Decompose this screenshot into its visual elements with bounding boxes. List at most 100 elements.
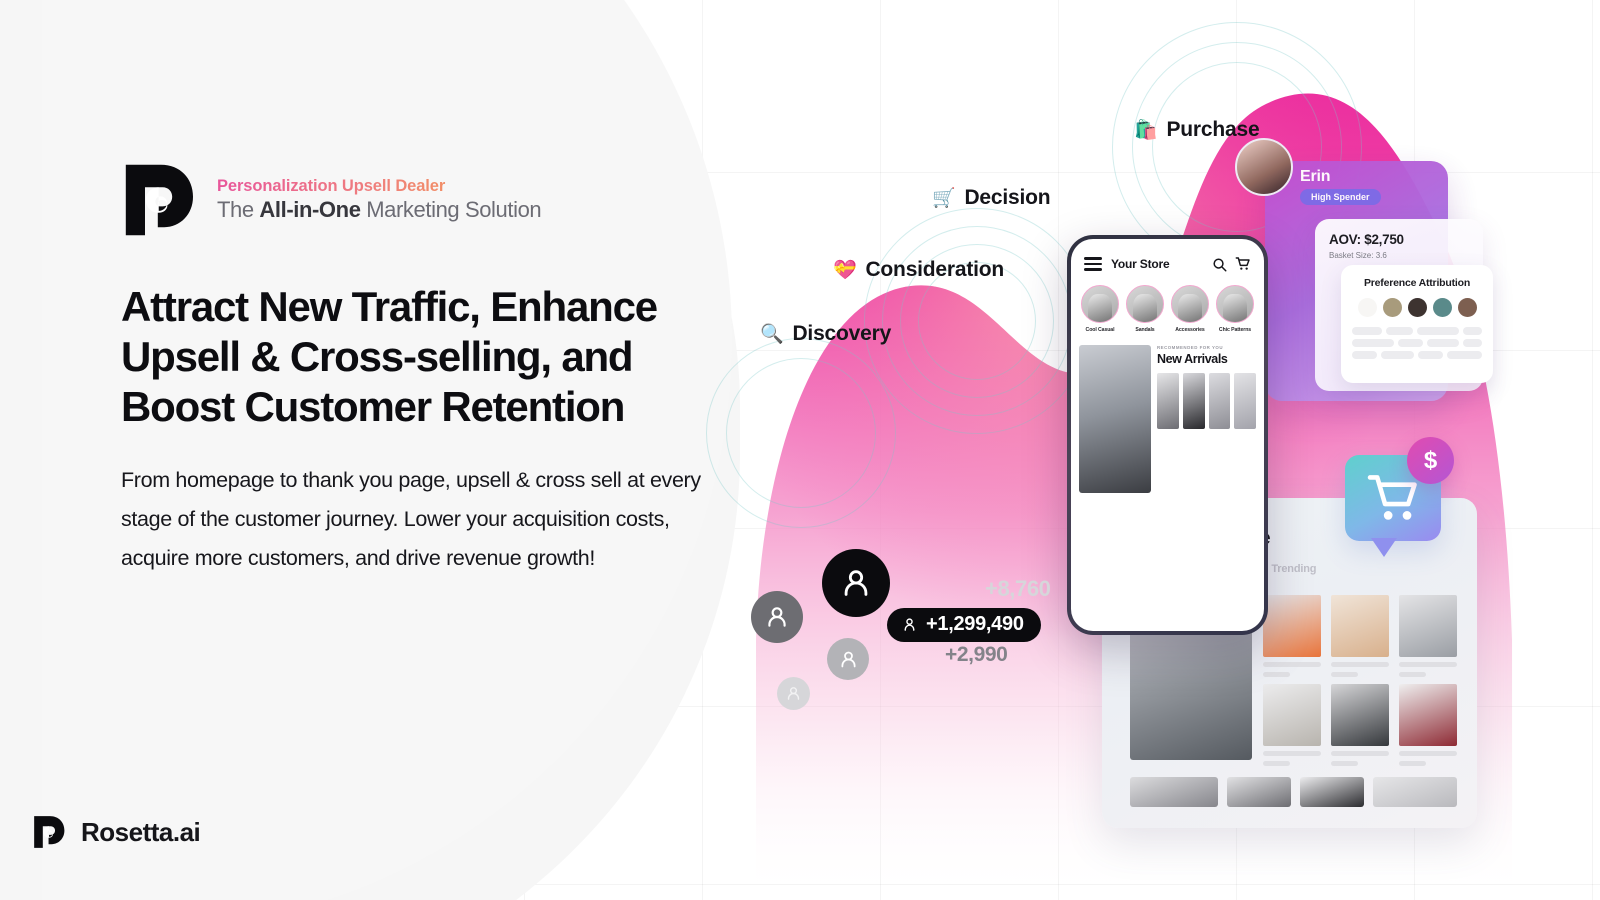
category-list: Cool Casual Sandals Accessories Chic Pat… [1071,276,1264,333]
placeholder-line [1399,662,1457,667]
product-card[interactable] [1399,684,1457,766]
journey-stage-purchase: 🛍️ Purchase [1134,118,1260,142]
placeholder-line [1399,751,1457,756]
product-card[interactable] [1331,684,1389,766]
page-title: Attract New Traffic, Enhance Upsell & Cr… [121,283,658,431]
user-avatar-icon [777,677,810,710]
user-avatar-icon [751,591,803,643]
status-badge: High Spender [1300,189,1381,205]
counter-secondary-low: +2,990 [945,643,1008,666]
product-image [1263,595,1321,657]
counter-primary-pill: +1,299,490 [887,608,1041,642]
brand-tagline-bottom: The All-in-One Marketing Solution [217,197,542,223]
journey-stage-label: Decision [964,186,1051,209]
product-image [1399,684,1457,746]
category-label: Accessories [1175,327,1205,333]
footer-brand-name: Rosetta.ai [81,816,201,847]
customer-name: Erin [1300,168,1331,185]
product-thumbnail-grid [1157,373,1256,429]
placeholder-line [1331,672,1358,677]
placeholder-line [1263,672,1290,677]
tagline-strong: All-in-One [259,197,361,222]
product-thumbnail[interactable] [1130,777,1218,807]
rosetta-spiral-logo [125,164,193,236]
product-image [1331,684,1389,746]
magnifier-icon: 🔍 [760,323,784,345]
product-strip [1130,777,1457,807]
product-thumbnail[interactable] [1208,373,1231,429]
placeholder-line [1399,672,1426,677]
rosetta-spiral-logo [34,816,65,848]
journey-stage-label: Discovery [792,322,892,345]
placeholder-line [1331,751,1389,756]
brand-tagline-top: Personalization Upsell Dealer [217,177,541,196]
search-icon[interactable] [1212,257,1227,272]
person-icon [904,618,915,631]
brand-lockup: Personalization Upsell Dealer The All-in… [121,160,721,240]
product-thumbnail[interactable] [1373,777,1457,807]
category-item[interactable]: Accessories [1171,285,1209,333]
color-swatch-row [1352,298,1482,317]
placeholder-line [1331,662,1389,667]
placeholder-line [1399,761,1426,766]
product-thumbnail[interactable] [1182,373,1205,429]
hamburger-menu-icon[interactable] [1084,257,1102,271]
product-thumbnail[interactable] [1234,373,1256,429]
product-image [1331,595,1389,657]
shopping-cart-icon: 🛒 [932,187,956,209]
basket-size-value: Basket Size: 3.6 [1329,251,1387,260]
store-content: RECOMMENDED FOR YOU New Arrivals [1071,333,1264,493]
tagline-suffix: Marketing Solution [360,197,542,222]
product-thumbnail[interactable] [1300,777,1364,807]
product-card[interactable] [1263,595,1321,677]
journey-stage-consideration: 💝 Consideration [833,258,1004,282]
category-item[interactable]: Sandals [1126,285,1164,333]
category-item[interactable]: Cool Casual [1081,285,1119,333]
cart-icon[interactable] [1235,256,1251,272]
tagline-prefix: The [217,197,260,222]
shopping-bags-icon: 🛍️ [1134,119,1158,141]
product-card[interactable] [1263,684,1321,766]
preference-attribution-card: Preference Attribution [1341,265,1493,383]
hero-body-text: From homepage to thank you page, upsell … [121,467,701,570]
product-card[interactable] [1399,595,1457,677]
category-label: Sandals [1135,327,1155,333]
counter-value: +1,299,490 [926,613,1024,635]
category-thumbnail [1171,285,1209,323]
color-swatch [1382,298,1402,317]
tab-trending[interactable]: Trending [1271,563,1316,584]
category-label: Chic Patterns [1218,327,1252,333]
product-card[interactable] [1331,595,1389,677]
phone-mockup: Your Store Cool Casual Sandals Accessori… [1067,235,1268,635]
section-eyebrow: RECOMMENDED FOR YOU [1157,345,1224,350]
store-title: Your Store [1111,257,1170,271]
placeholder-line [1263,761,1290,766]
category-item[interactable]: Chic Patterns [1216,285,1254,333]
color-swatch [1357,298,1377,317]
journey-stage-label: Purchase [1166,118,1260,141]
product-image [1263,684,1321,746]
placeholder-line [1331,761,1358,766]
dollar-badge: $ [1407,437,1454,484]
placeholder-line [1263,662,1321,667]
product-thumbnail[interactable] [1227,777,1291,807]
journey-stage-decision: 🛒 Decision [932,186,1051,210]
color-swatch [1407,298,1427,317]
shopping-cart-icon [1367,475,1417,520]
counter-secondary-high: +8,760 [985,576,1051,601]
placeholder-line [1263,751,1321,756]
hero-copy-column: Personalization Upsell Dealer The All-in… [121,160,721,578]
category-thumbnail [1081,285,1119,323]
product-image [1399,595,1457,657]
avatar [1235,138,1293,196]
preference-title: Preference Attribution [1363,277,1471,289]
color-swatch [1432,298,1452,317]
heart-gift-icon: 💝 [833,259,857,281]
product-thumbnail[interactable] [1157,373,1179,429]
journey-stage-label: Consideration [865,258,1005,281]
category-thumbnail [1216,285,1254,323]
phone-screen: Your Store Cool Casual Sandals Accessori… [1071,239,1264,631]
journey-stage-discovery: 🔍 Discovery [760,322,891,346]
section-title: New Arrivals [1157,352,1228,366]
category-label: Cool Casual [1085,327,1115,333]
